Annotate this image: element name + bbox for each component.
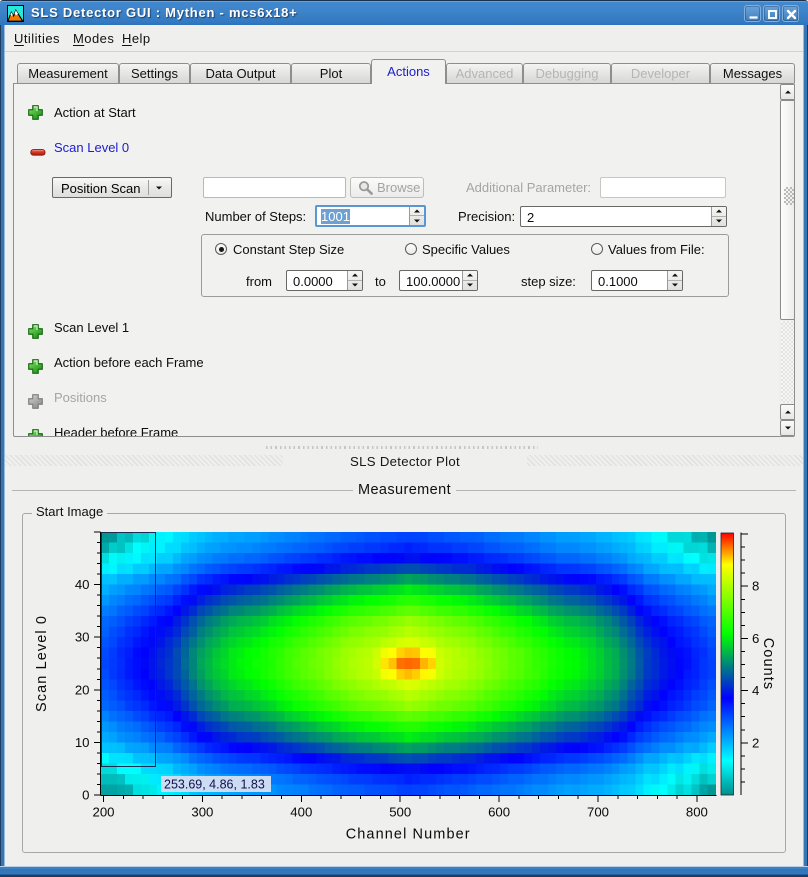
svg-text:0: 0 (82, 788, 89, 803)
svg-text:200: 200 (92, 805, 114, 820)
svg-text:40: 40 (75, 577, 90, 592)
svg-text:700: 700 (587, 805, 609, 820)
svg-text:400: 400 (290, 805, 312, 820)
svg-text:Counts: Counts (760, 638, 776, 691)
svg-text:4: 4 (752, 683, 759, 698)
svg-text:800: 800 (686, 805, 708, 820)
svg-text:Channel Number: Channel Number (346, 827, 471, 843)
svg-text:6: 6 (752, 631, 759, 646)
svg-text:30: 30 (75, 630, 90, 645)
svg-text:500: 500 (389, 805, 411, 820)
svg-text:20: 20 (75, 682, 90, 697)
svg-text:300: 300 (191, 805, 213, 820)
svg-text:8: 8 (752, 579, 759, 594)
svg-text:600: 600 (488, 805, 510, 820)
svg-text:2: 2 (752, 735, 759, 750)
svg-text:Scan Level 0: Scan Level 0 (34, 615, 50, 712)
svg-text:253.69, 4.86, 1.83: 253.69, 4.86, 1.83 (164, 778, 265, 792)
svg-text:10: 10 (75, 735, 90, 750)
